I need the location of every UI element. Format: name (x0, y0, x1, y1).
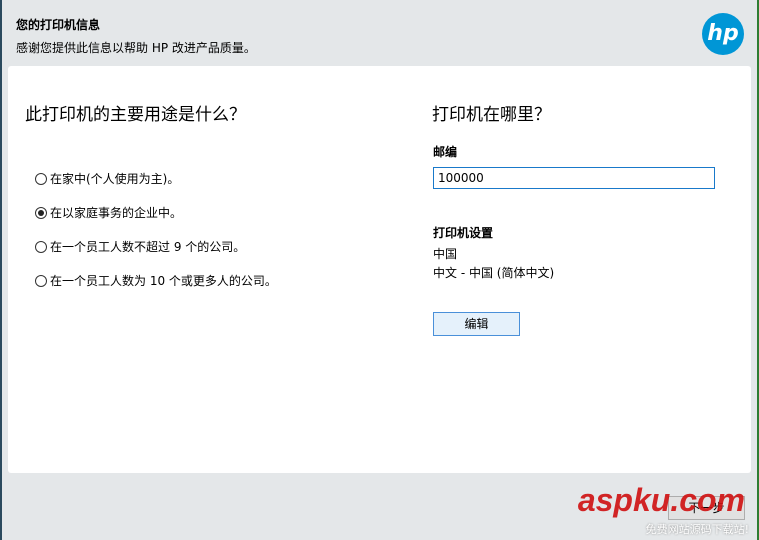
page-title: 您的打印机信息 (16, 18, 101, 32)
location-question: 打印机在哪里？ (432, 105, 551, 125)
usage-question: 此打印机的主要用途是什么？ (25, 105, 246, 125)
option-label: 在家中(个人使用为主)。 (50, 172, 180, 186)
option-label: 在以家庭事务的企业中。 (50, 206, 183, 220)
radio-icon[interactable] (35, 274, 47, 287)
radio-icon[interactable] (35, 206, 47, 219)
usage-option-small-company[interactable]: 在一个员工人数不超过 9 个的公司。 (35, 238, 245, 255)
page-subtitle: 感谢您提供此信息以帮助 HP 改进产品质量。 (16, 41, 256, 55)
watermark: aspku.com (577, 482, 745, 518)
content-panel: 此打印机的主要用途是什么？ 在家中(个人使用为主)。 在以家庭事务的企业中。 在… (8, 66, 751, 473)
watermark-subtitle: 免费网站源码下载站! (645, 523, 749, 536)
postal-label: 邮编 (433, 145, 458, 159)
usage-option-home[interactable]: 在家中(个人使用为主)。 (35, 170, 179, 187)
printer-settings-label: 打印机设置 (433, 226, 494, 240)
radio-icon[interactable] (35, 172, 47, 185)
edit-button[interactable]: 编辑 (433, 312, 520, 336)
postal-code-input[interactable]: 100000 (433, 167, 715, 189)
usage-option-home-business[interactable]: 在以家庭事务的企业中。 (35, 204, 182, 221)
option-label: 在一个员工人数为 10 个或更多人的公司。 (50, 274, 277, 288)
language-value: 中文 - 中国 (简体中文) (433, 266, 555, 280)
hp-logo: hp (702, 13, 744, 55)
country-value: 中国 (433, 247, 458, 261)
window-edge (0, 0, 2, 540)
radio-icon[interactable] (35, 240, 47, 253)
usage-option-large-company[interactable]: 在一个员工人数为 10 个或更多人的公司。 (35, 272, 277, 289)
option-label: 在一个员工人数不超过 9 个的公司。 (50, 240, 246, 254)
